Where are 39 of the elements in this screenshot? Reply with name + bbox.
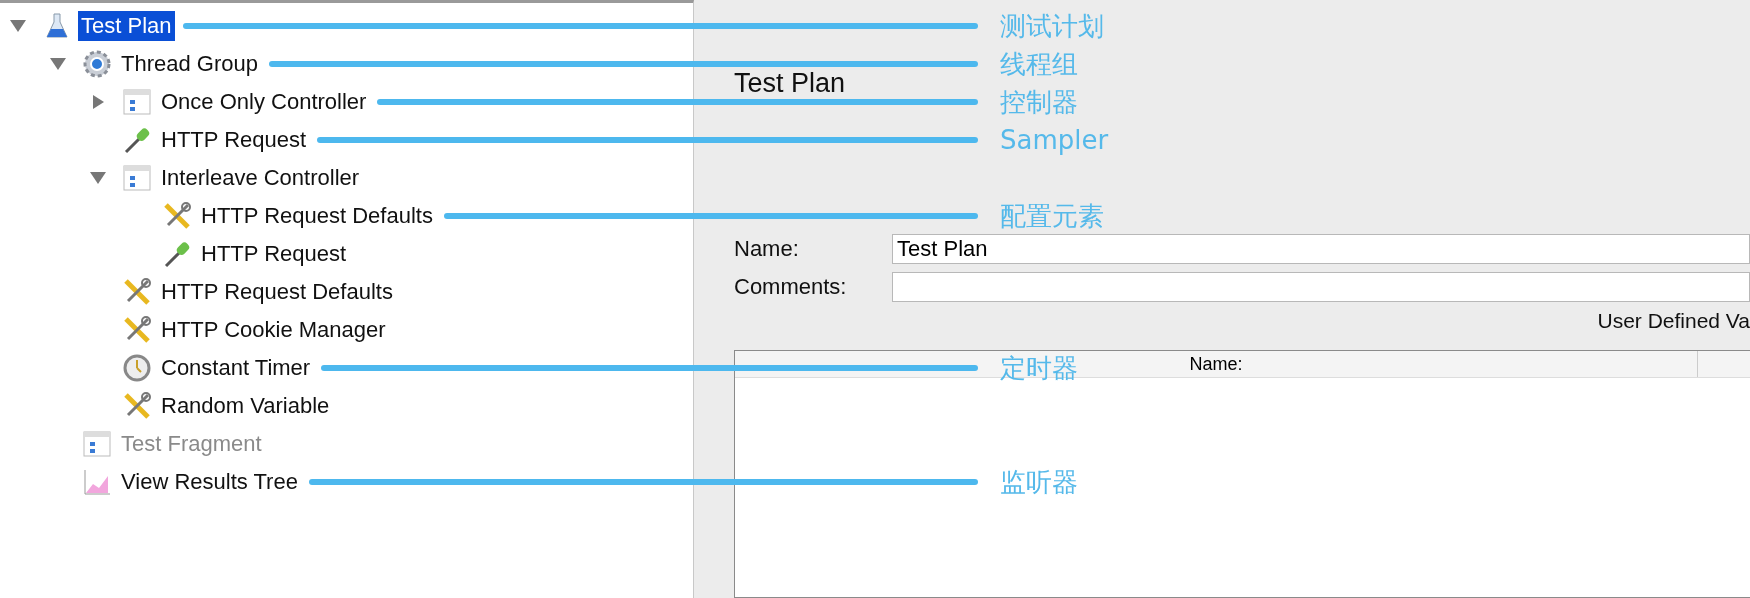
annotation-label: Sampler xyxy=(1000,127,1110,153)
controller-icon xyxy=(82,429,112,459)
field-label: Name: xyxy=(734,236,800,262)
timer-icon xyxy=(122,353,152,383)
tools-icon xyxy=(122,391,152,421)
section-title: User Defined Va xyxy=(1597,310,1750,332)
field-label: Comments: xyxy=(734,274,848,300)
tree-item[interactable]: Thread Group xyxy=(118,49,261,79)
controller-icon xyxy=(122,163,152,193)
tree-item[interactable]: HTTP Request Defaults xyxy=(158,277,396,307)
text-field[interactable] xyxy=(892,272,1750,302)
controller-icon xyxy=(122,87,152,117)
dropper-icon xyxy=(162,239,192,269)
text-field[interactable]: Test Plan xyxy=(892,234,1750,264)
tree-item[interactable]: Constant Timer xyxy=(158,353,314,383)
annotation-label: 配置元素 xyxy=(1000,203,1105,229)
tree-item[interactable]: Interleave Controller xyxy=(158,163,363,193)
annotation-label: 控制器 xyxy=(1000,89,1079,115)
tree-item[interactable]: HTTP Request xyxy=(198,239,350,269)
tree-item[interactable]: Test Plan xyxy=(78,11,175,41)
graph-icon xyxy=(82,467,112,497)
tree-item[interactable]: Random Variable xyxy=(158,391,333,421)
tree-item[interactable]: HTTP Request xyxy=(158,125,310,155)
tools-icon xyxy=(162,201,192,231)
annotation-label: 监听器 xyxy=(1000,469,1079,495)
annotation-label: 线程组 xyxy=(1000,51,1079,77)
dropper-icon xyxy=(122,125,152,155)
tools-icon xyxy=(122,277,152,307)
collapse-toggle-icon[interactable] xyxy=(48,56,68,72)
tree-item[interactable]: View Results Tree xyxy=(118,467,301,497)
tree-item[interactable]: HTTP Request Defaults xyxy=(198,201,436,231)
collapse-toggle-icon[interactable] xyxy=(88,170,108,186)
annotation-label: 测试计划 xyxy=(1000,13,1105,39)
panel-title: Test Plan xyxy=(734,68,846,98)
tree-item[interactable]: HTTP Cookie Manager xyxy=(158,315,389,345)
collapse-toggle-icon[interactable] xyxy=(8,18,28,34)
tools-icon xyxy=(122,315,152,345)
tree-item[interactable]: Once Only Controller xyxy=(158,87,370,117)
gear-icon xyxy=(82,49,112,79)
